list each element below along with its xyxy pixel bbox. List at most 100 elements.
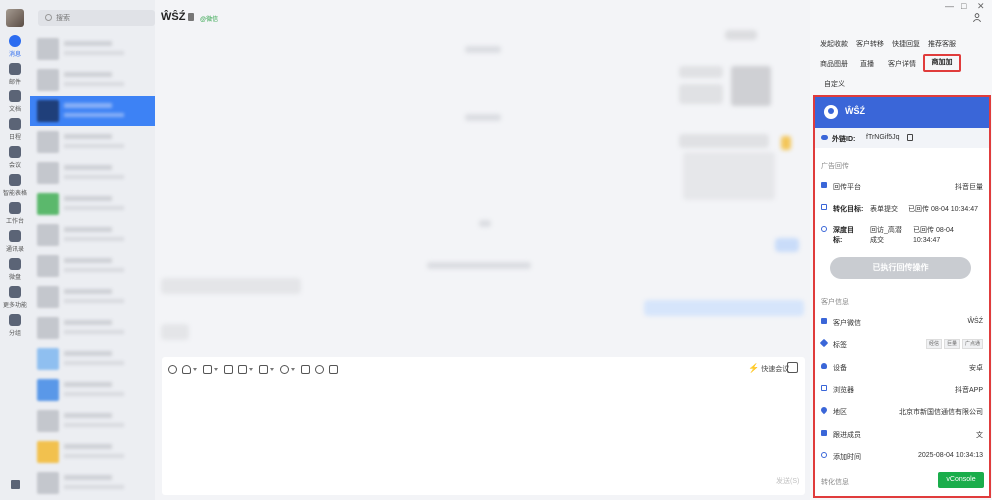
emoji-icon[interactable] <box>168 364 177 374</box>
tab-product-album[interactable]: 商品图册 <box>820 59 848 69</box>
tools-row-1: 发起收款 客户转移 快捷回复 推荐客服 <box>820 39 964 49</box>
file-icon[interactable] <box>224 364 233 374</box>
list-item-active[interactable] <box>30 96 155 126</box>
close-button[interactable]: ✕ <box>977 1 985 12</box>
folder-icon[interactable] <box>259 364 268 374</box>
deep-target-type: 回访_高潜成交 <box>870 227 902 244</box>
tag-list: 经信 巨量 广点通 <box>924 339 983 349</box>
tab-quick-reply[interactable]: 快捷回复 <box>892 39 920 49</box>
chat-area: ŴŜŹ @微信 ⚡ 快速会议 发送(S) <box>155 0 810 500</box>
chevron-down-icon[interactable] <box>249 367 253 371</box>
search-box[interactable] <box>38 10 155 26</box>
chat-header: ŴŜŹ @微信 <box>155 0 810 32</box>
rail-label: 更多功能 <box>2 303 27 309</box>
list-item[interactable] <box>30 220 155 250</box>
rail-label: 微盘 <box>8 275 21 281</box>
reaction <box>781 136 791 150</box>
maximize-button[interactable]: □ <box>961 1 966 11</box>
tab-live[interactable]: 直播 <box>860 59 874 69</box>
checklist-icon[interactable] <box>238 364 247 374</box>
vconsole-button[interactable]: vConsole <box>938 472 984 488</box>
region-value: 北京市新国信通信有限公司 <box>899 409 983 416</box>
tab-custom[interactable]: 自定义 <box>824 79 845 89</box>
list-item[interactable] <box>30 34 155 64</box>
tab-customer-detail[interactable]: 客户详情 <box>888 59 916 69</box>
list-item[interactable] <box>30 127 155 157</box>
image-icon[interactable] <box>203 364 212 374</box>
platform-label: 回传平台 <box>833 184 861 191</box>
rail-item-calendar[interactable]: 日程 <box>0 118 30 141</box>
list-item[interactable] <box>30 406 155 436</box>
rail-item-smart-sheet[interactable]: 智能表格 <box>0 174 30 197</box>
tab-collect-payment[interactable]: 发起收款 <box>820 39 848 49</box>
scissors-icon[interactable] <box>182 364 191 374</box>
platform-icon <box>821 182 827 188</box>
list-item[interactable] <box>30 251 155 281</box>
rail-label: 分组 <box>8 331 21 337</box>
rail-item-contacts[interactable]: 通讯录 <box>0 230 30 253</box>
apple-icon <box>821 363 827 369</box>
rail-item-more[interactable]: 更多功能 <box>0 286 30 309</box>
message-bubble <box>775 238 799 252</box>
rail-label: 文档 <box>8 107 21 113</box>
wechat-icon <box>821 318 827 324</box>
rail-item-docs[interactable]: 文档 <box>0 90 30 113</box>
video-icon[interactable] <box>329 364 338 374</box>
convert-target-status: 已回传 08-04 10:34:47 <box>908 206 979 213</box>
executed-callback-button[interactable]: 已执行回传操作 <box>830 257 971 279</box>
tab-shangjiajia-active[interactable]: 商加加 <box>923 54 961 72</box>
tools-row-3: 自定义 <box>820 79 853 89</box>
list-item[interactable] <box>30 375 155 405</box>
list-item[interactable] <box>30 313 155 343</box>
message-bubble <box>679 66 723 78</box>
tab-recommend-agent[interactable]: 推荐客服 <box>928 39 956 49</box>
minimize-button[interactable]: — <box>945 1 954 11</box>
list-item[interactable] <box>30 65 155 95</box>
rail-item-mail[interactable]: 邮件 <box>0 63 30 86</box>
platform-value: 抖音巨量 <box>955 184 983 191</box>
quick-meeting-button[interactable]: ⚡ 快速会议 <box>748 363 789 374</box>
list-item[interactable] <box>30 282 155 312</box>
section-ad-callback: 广告回传 <box>821 163 849 170</box>
search-input[interactable] <box>56 12 146 24</box>
rail-item-group[interactable]: 分组 <box>0 314 30 337</box>
rail-label: 智能表格 <box>2 191 27 197</box>
tab-transfer-customer[interactable]: 客户转移 <box>856 39 884 49</box>
convert-target-label: 转化目标: <box>833 206 864 213</box>
copy-icon[interactable] <box>907 134 913 141</box>
rail-item-drive[interactable]: 微盘 <box>0 258 30 281</box>
avatar[interactable] <box>6 9 24 27</box>
message-composer[interactable]: ⚡ 快速会议 发送(S) <box>162 357 805 495</box>
rail-item-workbench[interactable]: 工作台 <box>0 202 30 225</box>
timestamp <box>479 220 491 227</box>
convert-target-type: 表单提交 <box>870 206 898 213</box>
added-time-value: 2025-08-04 10:34:13 <box>918 452 983 459</box>
tools-row-2: 商品图册 直播 客户详情 <box>820 59 924 69</box>
tag-chip: 经信 <box>925 339 942 349</box>
list-item[interactable] <box>30 468 155 498</box>
chevron-down-icon[interactable] <box>291 367 295 371</box>
shield-icon[interactable] <box>301 364 310 374</box>
list-item[interactable] <box>30 158 155 188</box>
sidebar-toggle-icon[interactable] <box>787 362 798 373</box>
rail-label: 会议 <box>8 163 21 169</box>
chevron-down-icon[interactable] <box>193 367 197 371</box>
rail-item-meeting[interactable]: 会议 <box>0 146 30 169</box>
follower-value: 文 <box>976 432 983 439</box>
list-item[interactable] <box>30 437 155 467</box>
phone-icon[interactable] <box>280 364 289 374</box>
list-item[interactable] <box>30 344 155 374</box>
timestamp <box>465 46 501 53</box>
lightning-icon: ⚡ <box>748 363 760 373</box>
rail-item-messages[interactable]: 消息 <box>0 35 30 58</box>
copy-icon[interactable] <box>188 13 194 21</box>
chevron-down-icon[interactable] <box>270 367 274 371</box>
tag-chip: 广点通 <box>961 339 983 349</box>
customer-card: ŴŜŹ 外链ID: fTrNGif5Jq 广告回传 回传平台 抖音巨量 转化目标… <box>813 95 991 498</box>
rail-item-settings[interactable] <box>0 480 30 489</box>
send-button[interactable]: 发送(S) <box>776 476 799 486</box>
list-item[interactable] <box>30 189 155 219</box>
more-icon[interactable] <box>315 364 324 374</box>
add-person-icon[interactable] <box>973 13 981 23</box>
chevron-down-icon[interactable] <box>214 367 218 371</box>
